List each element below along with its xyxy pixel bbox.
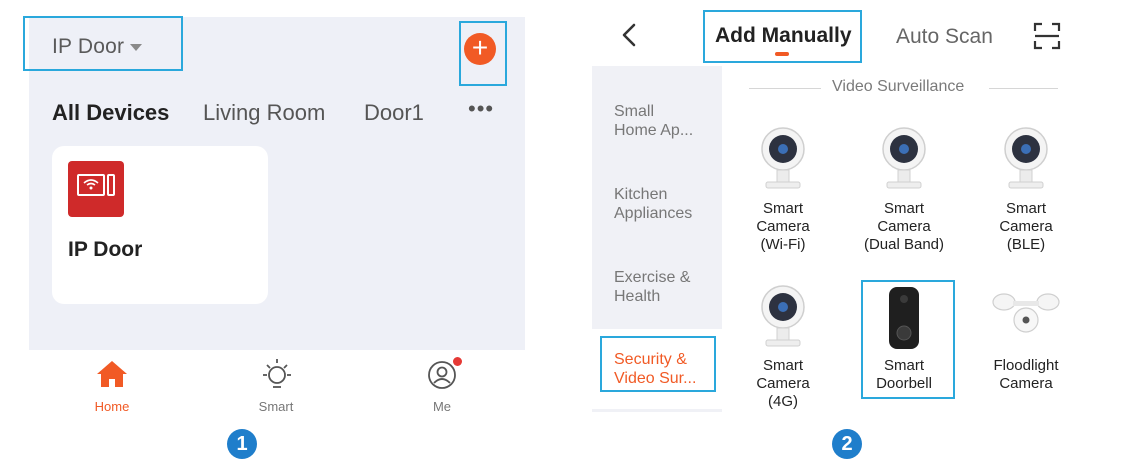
highlight-box-home-selector: [23, 16, 183, 71]
scan-icon[interactable]: [1033, 22, 1061, 55]
category-kitchen-appliances[interactable]: Kitchen Appliances: [614, 185, 692, 223]
nav-me-label[interactable]: Me: [412, 399, 472, 414]
category-small-home-appliances[interactable]: Small Home Ap...: [614, 102, 693, 140]
section-title: Video Surveillance: [832, 78, 965, 95]
category-exercise-health[interactable]: Exercise & Health: [614, 268, 690, 306]
highlight-box-add-manually: [703, 10, 862, 63]
home-icon[interactable]: [95, 359, 129, 394]
section-divider: [749, 88, 821, 89]
tab-all-devices[interactable]: All Devices: [52, 100, 169, 126]
camera-icon[interactable]: [760, 284, 806, 355]
highlight-box-add-button: [459, 21, 507, 86]
highlight-box-smart-doorbell: [861, 280, 955, 399]
device-name: IP Door: [68, 238, 143, 261]
video-intercom-icon: [68, 161, 124, 217]
nav-home-label[interactable]: Home: [82, 399, 142, 414]
camera-icon[interactable]: [760, 126, 806, 197]
product-label[interactable]: Floodlight Camera: [971, 357, 1081, 393]
tab-door1[interactable]: Door1: [364, 100, 424, 126]
step-number-2: 2: [832, 429, 862, 459]
product-label[interactable]: Smart Camera (Wi-Fi): [728, 200, 838, 254]
step-number-1: 1: [227, 429, 257, 459]
floodlight-icon[interactable]: [991, 288, 1061, 345]
camera-icon[interactable]: [1003, 126, 1049, 197]
product-label[interactable]: Smart Camera (4G): [728, 357, 838, 411]
notification-dot: [453, 357, 462, 366]
product-label[interactable]: Smart Camera (BLE): [971, 200, 1081, 254]
product-label[interactable]: Smart Camera (Dual Band): [849, 200, 959, 254]
sun-icon[interactable]: [261, 357, 293, 396]
tab-living-room[interactable]: Living Room: [203, 100, 325, 126]
back-icon[interactable]: [620, 22, 638, 53]
tab-auto-scan[interactable]: Auto Scan: [896, 25, 993, 49]
section-divider: [989, 88, 1058, 89]
highlight-box-security-category: [600, 336, 716, 392]
more-icon[interactable]: •••: [468, 96, 494, 122]
camera-icon[interactable]: [881, 126, 927, 197]
nav-smart-label[interactable]: Smart: [246, 399, 306, 414]
